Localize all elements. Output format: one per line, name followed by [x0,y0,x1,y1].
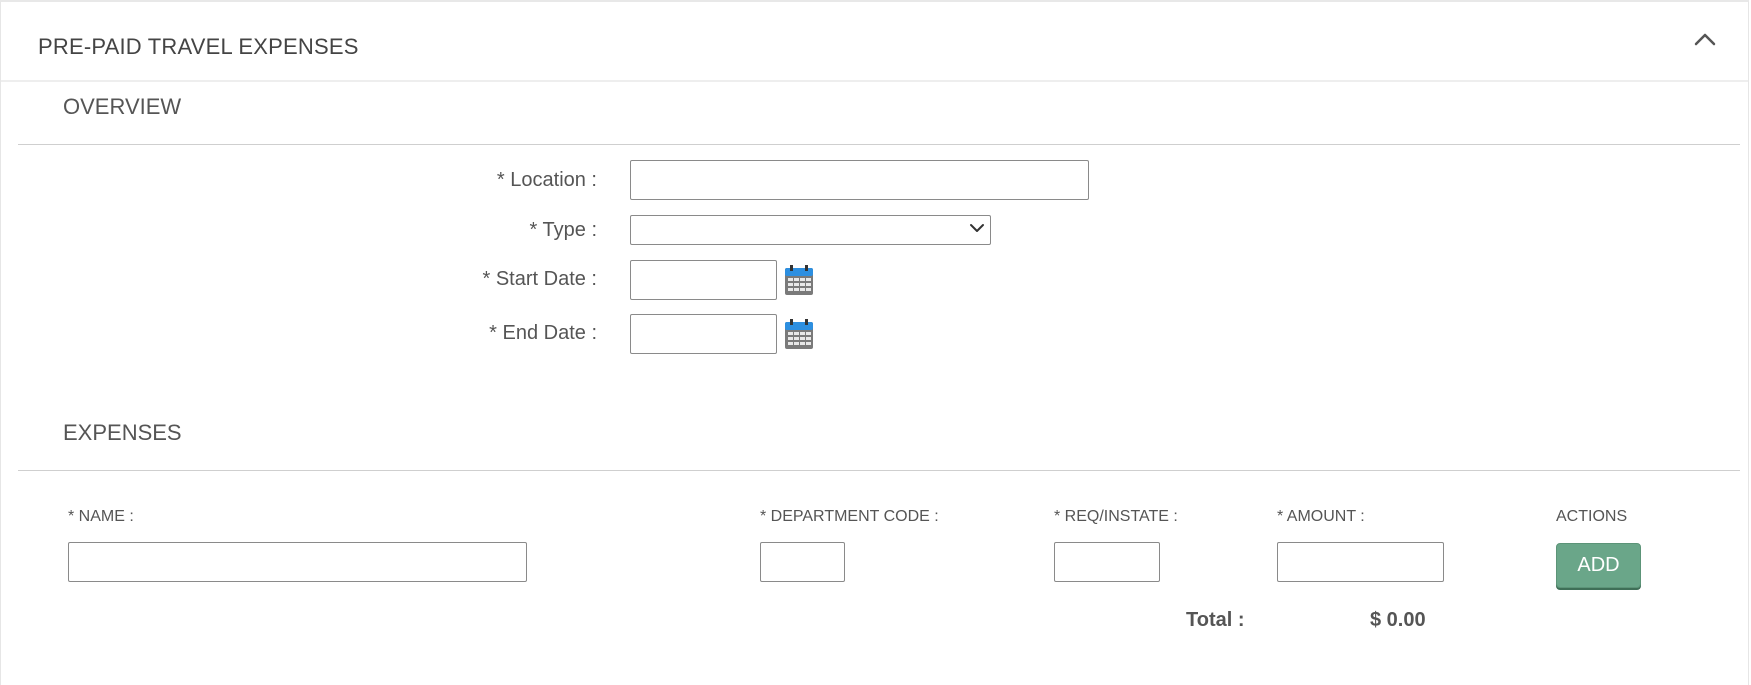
expenses-heading: EXPENSES [63,420,182,445]
overview-heading: OVERVIEW [63,94,182,119]
amount-column-header: * AMOUNT : [1277,508,1365,525]
req-instate-column-header: * REQ/INSTATE : [1054,508,1178,525]
total-label: Total : [1186,609,1245,631]
expense-name-input[interactable] [68,542,527,582]
calendar-icon[interactable] [784,264,814,296]
prepaid-travel-expenses-panel: PRE-PAID TRAVEL EXPENSES OVERVIEW * Loca… [0,0,1749,685]
end-date-input[interactable] [630,314,777,354]
type-select[interactable] [630,215,991,245]
start-date-input[interactable] [630,260,777,300]
total-value: $ 0.00 [1370,609,1426,631]
name-column-header: * NAME : [68,508,134,525]
chevron-up-icon[interactable] [1690,28,1720,52]
end-date-label: * End Date : [489,322,597,344]
amount-input[interactable] [1277,542,1444,582]
department-code-input[interactable] [760,542,845,582]
expenses-divider [18,470,1740,471]
department-code-column-header: * DEPARTMENT CODE : [760,508,939,525]
actions-column-header: ACTIONS [1556,508,1628,525]
location-input[interactable] [630,160,1089,200]
start-date-label: * Start Date : [482,268,598,290]
add-expense-button[interactable]: ADD [1556,543,1641,588]
type-label: * Type : [529,219,597,241]
chevron-down-icon [968,221,986,240]
req-instate-input[interactable] [1054,542,1160,582]
panel-title: PRE-PAID TRAVEL EXPENSES [38,34,359,59]
panel-header[interactable]: PRE-PAID TRAVEL EXPENSES [1,2,1748,82]
calendar-icon[interactable] [784,318,814,350]
location-label: * Location : [496,169,597,191]
overview-divider [18,144,1740,145]
